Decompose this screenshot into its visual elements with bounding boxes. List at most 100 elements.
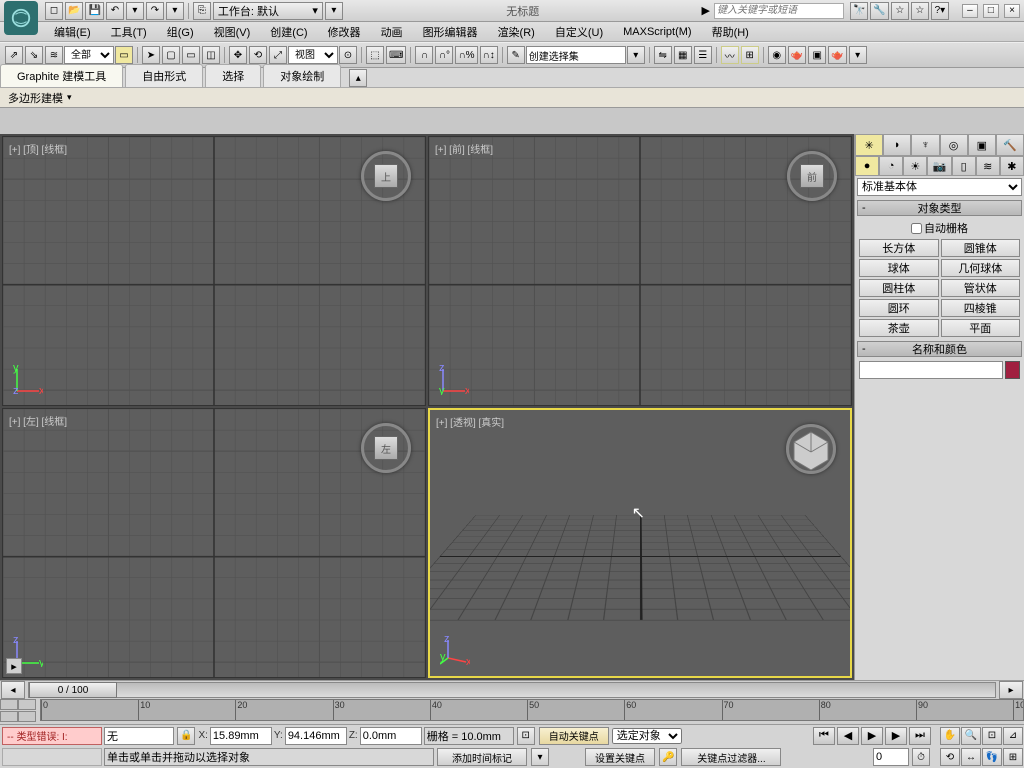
primitive-button[interactable]: 管状体 [941, 279, 1021, 297]
maximize-button[interactable]: □ [983, 4, 999, 18]
menu-graph[interactable]: 图形编辑器 [413, 24, 488, 40]
undo-icon[interactable]: ↶ [106, 2, 124, 20]
viewport-label[interactable]: [+] [前] [线框] [435, 141, 493, 156]
redo-icon[interactable]: ↷ [146, 2, 164, 20]
lock-icon[interactable]: 🔒 [177, 727, 195, 745]
edit-sel-icon[interactable]: ✎ [507, 46, 525, 64]
snap-icon[interactable]: ∩ [415, 46, 433, 64]
app-icon[interactable] [4, 1, 38, 35]
goto-end-icon[interactable]: ⏭ [909, 727, 931, 745]
primitive-button[interactable]: 茶壶 [859, 319, 939, 337]
add-time-tag[interactable]: 添加时间标记 [437, 748, 527, 766]
link-icon[interactable]: ⇗ [5, 46, 23, 64]
angle-snap-icon[interactable]: ∩° [435, 46, 453, 64]
unlink-icon[interactable]: ⇘ [25, 46, 43, 64]
lights-icon[interactable]: ☀ [903, 156, 927, 176]
selection-filter[interactable]: 全部 [64, 46, 114, 64]
autogrid-checkbox[interactable] [911, 223, 922, 234]
move-icon[interactable]: ✥ [229, 46, 247, 64]
menu-modifiers[interactable]: 修改器 [318, 24, 371, 40]
keyboard-icon[interactable]: ⌨ [386, 46, 406, 64]
primitive-button[interactable]: 平面 [941, 319, 1021, 337]
z-field[interactable]: 0.0mm [360, 727, 422, 745]
viewport-label[interactable]: [+] [透视] [真实] [436, 414, 504, 429]
percent-snap-icon[interactable]: ∩% [455, 46, 477, 64]
star-icon[interactable]: ☆ [891, 2, 909, 20]
wrench-icon[interactable]: 🔧 [870, 2, 888, 20]
geometry-icon[interactable]: ● [855, 156, 879, 176]
play-icon[interactable]: ▶ [861, 727, 883, 745]
cameras-icon[interactable]: 📷 [927, 156, 951, 176]
walk-icon[interactable]: 👣 [982, 748, 1002, 766]
key-icon[interactable]: 🔑 [659, 748, 677, 766]
viewport-top[interactable]: [+] [顶] [线框] 上 xyz [2, 136, 426, 406]
viewport-label[interactable]: [+] [顶] [线框] [9, 141, 67, 156]
viewcube[interactable]: 左 [361, 423, 411, 473]
mirror-icon[interactable]: ⇋ [654, 46, 672, 64]
curve-editor-icon[interactable]: 〰 [721, 46, 739, 64]
rollout-object-type[interactable]: -对象类型 [857, 200, 1022, 216]
minimize-button[interactable]: – [962, 4, 978, 18]
systems-icon[interactable]: ✱ [1000, 156, 1024, 176]
primitive-button[interactable]: 四棱锥 [941, 299, 1021, 317]
menu-help[interactable]: 帮助(H) [702, 24, 759, 40]
trackbar-ruler[interactable]: 0102030405060708090100 [40, 699, 1024, 721]
zoom-icon[interactable]: 🔍 [961, 727, 981, 745]
menu-maxscript[interactable]: MAXScript(M) [613, 26, 701, 38]
viewport-front[interactable]: [+] [前] [线框] 前 xzy [428, 136, 852, 406]
spinner-snap-icon[interactable]: ∩↕ [480, 46, 498, 64]
zoom-ext-icon[interactable]: ⊡ [982, 727, 1002, 745]
close-button[interactable]: × [1004, 4, 1020, 18]
timeline-left-icon[interactable]: ◂ [1, 681, 25, 699]
menu-tools[interactable]: 工具(T) [101, 24, 157, 40]
ribbon-collapse-icon[interactable]: ▴ [349, 69, 367, 87]
tab-selection[interactable]: 选择 [205, 64, 261, 87]
tag-drop-icon[interactable]: ▾ [531, 748, 549, 766]
primitive-button[interactable]: 球体 [859, 259, 939, 277]
select-object-icon[interactable]: ➤ [142, 46, 160, 64]
ref-coord-dropdown[interactable]: 视图 [288, 46, 338, 64]
current-frame[interactable]: 0 [873, 748, 909, 766]
trackbar-icons[interactable] [0, 699, 40, 723]
menu-animation[interactable]: 动画 [371, 24, 413, 40]
viewcube[interactable]: 前 [787, 151, 837, 201]
new-icon[interactable]: ◻ [45, 2, 63, 20]
menu-group[interactable]: 组(G) [157, 24, 204, 40]
object-name-input[interactable] [859, 361, 1003, 379]
binoculars-icon[interactable]: 🔭 [850, 2, 868, 20]
script-error[interactable]: -- 类型错误: I: [2, 727, 102, 745]
undo-drop-icon[interactable]: ▾ [126, 2, 144, 20]
search-input[interactable] [714, 3, 844, 19]
help-icon[interactable]: ?▾ [931, 2, 949, 20]
viewcube[interactable] [786, 424, 836, 474]
favorite-icon[interactable]: ☆ [911, 2, 929, 20]
prev-frame-icon[interactable]: ◀ [837, 727, 859, 745]
create-tab-icon[interactable]: ✳ [855, 134, 883, 156]
menu-customize[interactable]: 自定义(U) [545, 24, 613, 40]
isolate-icon[interactable]: ⊡ [517, 727, 535, 745]
render-icon[interactable]: 🫖 [828, 46, 846, 64]
viewport-label[interactable]: [+] [左] [线框] [9, 413, 67, 428]
tab-freeform[interactable]: 自由形式 [125, 64, 203, 87]
y-field[interactable]: 94.146mm [285, 727, 347, 745]
primitive-button[interactable]: 圆锥体 [941, 239, 1021, 257]
rotate-icon[interactable]: ⟲ [249, 46, 267, 64]
viewport-left[interactable]: [+] [左] [线框] 左 yzx [2, 408, 426, 678]
rollout-name-color[interactable]: -名称和颜色 [857, 341, 1022, 357]
shapes-icon[interactable]: ◔ [879, 156, 903, 176]
primitive-button[interactable]: 圆环 [859, 299, 939, 317]
tab-graphite[interactable]: Graphite 建模工具 [0, 64, 123, 87]
primitive-button[interactable]: 几何球体 [941, 259, 1021, 277]
frame-thumb[interactable]: 0 / 100 [29, 682, 117, 698]
select-icon[interactable]: ▭ [115, 46, 133, 64]
menu-create[interactable]: 创建(C) [260, 24, 317, 40]
select-region-icon[interactable]: ▭ [182, 46, 200, 64]
open-icon[interactable]: 📂 [65, 2, 83, 20]
primitive-button[interactable]: 圆柱体 [859, 279, 939, 297]
tab-paint[interactable]: 对象绘制 [263, 64, 341, 87]
render-setup-icon[interactable]: 🫖 [788, 46, 806, 64]
viewport-perspective[interactable]: [+] [透视] [真实] xzy ↖ [428, 408, 852, 678]
fov-icon[interactable]: ⊿ [1003, 727, 1023, 745]
motion-tab-icon[interactable]: ◎ [940, 134, 968, 156]
workspace-dropdown[interactable]: 工作台: 默认 ▾ [213, 2, 323, 20]
